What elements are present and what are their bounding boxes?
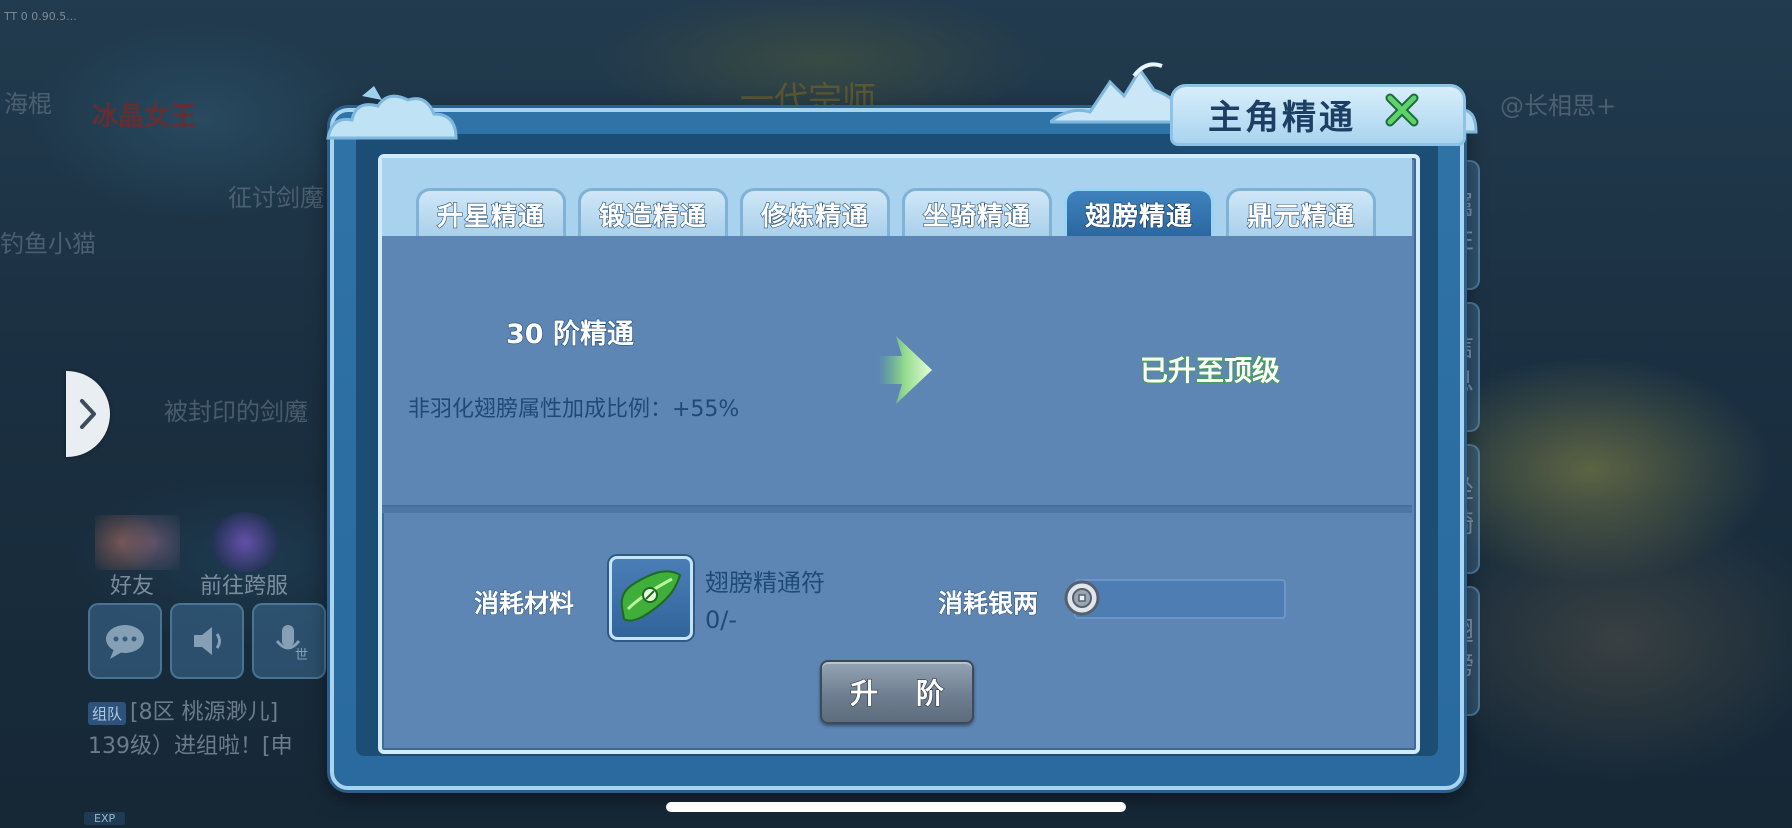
chevron-right-icon bbox=[80, 399, 96, 429]
tab-star-mastery[interactable]: 升星精通 bbox=[416, 188, 566, 238]
upgrade-button[interactable]: 升 阶 bbox=[820, 660, 974, 724]
tab-star-mastery-label: 升星精通 bbox=[436, 201, 545, 232]
world-voice-button[interactable]: 世 bbox=[252, 603, 326, 679]
chat-line-2: 139级）进组啦！[申 bbox=[88, 734, 293, 759]
tab-cultivation-mastery[interactable]: 修炼精通 bbox=[740, 188, 890, 238]
close-button[interactable] bbox=[1382, 90, 1422, 130]
dialog-title: 主角精通 bbox=[1208, 98, 1356, 138]
current-level-title: 30 阶精通 bbox=[505, 318, 634, 350]
tab-cultivation-mastery-label: 修炼精通 bbox=[760, 201, 869, 232]
microphone-icon: 世 bbox=[275, 625, 308, 661]
voice-button[interactable] bbox=[170, 603, 244, 679]
tab-dingyuan-mastery[interactable]: 鼎元精通 bbox=[1226, 188, 1376, 238]
arrow-right-icon bbox=[878, 336, 932, 404]
cross-server-orb-icon[interactable] bbox=[210, 512, 280, 572]
silver-cost-field bbox=[1074, 579, 1286, 619]
silver-coin-icon bbox=[1064, 580, 1100, 616]
friends-label: 好友 bbox=[110, 574, 155, 599]
current-bonus-text: 非羽化翅膀属性加成比例：+55% bbox=[408, 397, 740, 422]
chat-button[interactable] bbox=[88, 603, 162, 679]
exp-label: EXP bbox=[84, 812, 126, 825]
tab-forge-mastery[interactable]: 锻造精通 bbox=[578, 188, 728, 238]
tab-mount-mastery-label: 坐骑精通 bbox=[922, 201, 1031, 232]
section-divider bbox=[382, 505, 1412, 513]
chat-line-1: 组队 [8区 桃源渺儿] bbox=[88, 694, 278, 726]
chat-bubble-icon bbox=[106, 625, 144, 659]
tab-mount-mastery[interactable]: 坐骑精通 bbox=[902, 188, 1052, 238]
home-indicator[interactable] bbox=[666, 802, 1126, 812]
cross-server-label: 前往跨服 bbox=[200, 574, 289, 599]
tab-dingyuan-mastery-label: 鼎元精通 bbox=[1246, 201, 1355, 232]
tab-wings-mastery[interactable]: 翅膀精通 bbox=[1064, 188, 1214, 238]
material-cost-label: 消耗材料 bbox=[473, 589, 575, 619]
upgrade-button-label: 升 阶 bbox=[850, 676, 958, 710]
tab-forge-mastery-label: 锻造精通 bbox=[598, 201, 707, 232]
speaker-icon bbox=[194, 627, 221, 655]
chat-line-1-text: [8区 桃源渺儿] bbox=[130, 700, 279, 725]
material-item-count: 0/- bbox=[705, 606, 738, 634]
close-x-icon bbox=[1385, 93, 1419, 127]
material-item-name: 翅膀精通符 bbox=[705, 569, 825, 597]
tab-wings-mastery-label: 翅膀精通 bbox=[1084, 201, 1193, 232]
wings-mastery-charm-icon bbox=[620, 570, 682, 622]
voice-label: 世 bbox=[295, 648, 308, 661]
silver-cost-label: 消耗银两 bbox=[937, 589, 1039, 619]
wings-mastery-charm-slot[interactable] bbox=[609, 556, 693, 640]
max-level-status: 已升至顶级 bbox=[1139, 353, 1281, 388]
friends-avatar-icon[interactable] bbox=[95, 515, 180, 570]
team-tag: 组队 bbox=[88, 701, 127, 725]
